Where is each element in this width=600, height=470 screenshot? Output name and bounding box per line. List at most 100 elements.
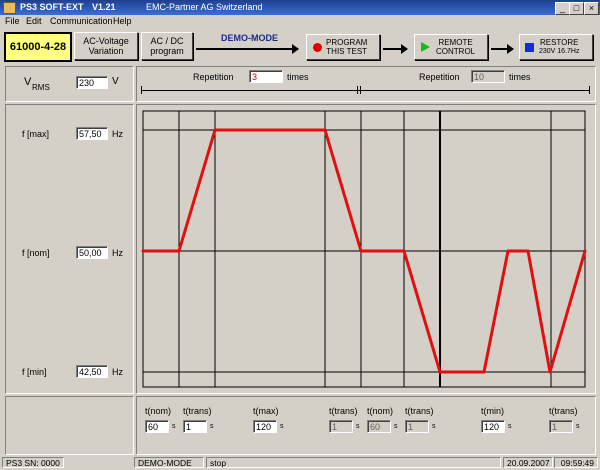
status-time: 09:59:49 xyxy=(554,457,598,468)
time-unit: s xyxy=(172,423,176,430)
time-unit: s xyxy=(508,423,512,430)
time-label: t(trans) xyxy=(405,406,434,416)
frequency-point xyxy=(438,370,442,374)
remote-control-button[interactable]: REMOTE CONTROL xyxy=(414,34,488,60)
stop-square-icon xyxy=(525,42,534,52)
time-label: t(trans) xyxy=(549,406,578,416)
times-spacer-panel xyxy=(5,396,134,455)
flow-arrow-icon xyxy=(491,44,514,54)
time-label: t(trans) xyxy=(329,406,358,416)
frequency-point xyxy=(526,249,530,253)
status-bar: PS3 SN: 0000 DEMO-MODE stop 20.09.2007 0… xyxy=(0,456,600,470)
time-label: t(min) xyxy=(481,406,504,416)
time-label: t(nom) xyxy=(367,406,394,416)
repetition-label-1: Repetition xyxy=(193,72,234,82)
vrms-sub-label: RMS xyxy=(32,83,50,92)
menu-edit[interactable]: Edit xyxy=(26,16,42,26)
time-unit: s xyxy=(210,423,214,430)
time-unit: s xyxy=(356,423,360,430)
fnom-input[interactable]: 50,00 xyxy=(76,246,108,259)
repetition-unit-2: times xyxy=(509,72,531,82)
ac-voltage-line1: AC-Voltage xyxy=(83,36,129,46)
menu-file[interactable]: File xyxy=(5,16,20,26)
vrms-panel: V RMS 230 V xyxy=(5,66,134,102)
ac-dc-line2: program xyxy=(150,46,184,56)
remote-line1: REMOTE xyxy=(438,38,473,47)
repetition-range-tick xyxy=(589,86,590,94)
time-unit: s xyxy=(394,423,398,430)
frequency-point xyxy=(141,249,145,253)
chart-panel xyxy=(136,104,596,394)
restore-button[interactable]: RESTORE 230V 16.7Hz xyxy=(519,34,593,60)
status-state: stop xyxy=(206,457,501,468)
fmin-input[interactable]: 42,50 xyxy=(76,365,108,378)
ac-voltage-variation-button[interactable]: AC-Voltage Variation xyxy=(74,32,138,60)
time-label: t(nom) xyxy=(145,406,172,416)
demo-mode-label: DEMO-MODE xyxy=(221,33,278,43)
vrms-input[interactable]: 230 xyxy=(76,76,108,89)
title-bar: PS3 SOFT-EXT V1.21 EMC-Partner AG Switze… xyxy=(0,0,600,15)
frequency-point xyxy=(213,128,217,132)
repetition-range-line xyxy=(141,90,589,91)
levels-panel: f [max] 57,50 Hz f [nom] 50,00 Hz f [min… xyxy=(5,104,134,394)
frequency-point xyxy=(583,249,587,253)
time-unit: s xyxy=(432,423,436,430)
program-line1: PROGRAM xyxy=(326,38,368,47)
app-icon xyxy=(3,2,16,14)
fnom-unit: Hz xyxy=(112,248,123,258)
company-name: EMC-Partner AG Switzerland xyxy=(146,2,263,12)
toolbar: 61000-4-28 AC-Voltage Variation AC / DC … xyxy=(0,28,600,64)
time-unit: s xyxy=(280,423,284,430)
repetition-range-tick xyxy=(141,86,142,94)
ac-dc-program-button[interactable]: AC / DC program xyxy=(141,32,193,60)
maximize-button[interactable]: □ xyxy=(569,2,584,15)
restore-line2: 230V 16.7Hz xyxy=(539,48,580,55)
status-date: 20.09.2007 xyxy=(503,457,553,468)
remote-text: REMOTE CONTROL xyxy=(436,38,475,56)
flow-arrow-icon xyxy=(383,44,408,54)
time-label: t(trans) xyxy=(183,406,212,416)
time-input[interactable]: 120 xyxy=(481,420,505,433)
status-device: PS3 SN: 0000 xyxy=(2,457,64,468)
time-input: 1 xyxy=(329,420,353,433)
restore-line1: RESTORE xyxy=(539,38,579,47)
program-this-test-button[interactable]: PROGRAM THIS TEST xyxy=(306,34,380,60)
time-input: 1 xyxy=(549,420,573,433)
time-unit: s xyxy=(576,423,580,430)
remote-line2: CONTROL xyxy=(436,47,476,56)
menu-bar: File Edit Communication Help xyxy=(0,15,600,28)
ac-dc-line1: AC / DC xyxy=(150,36,184,46)
close-button[interactable]: × xyxy=(584,2,599,15)
time-input[interactable]: 60 xyxy=(145,420,169,433)
fmax-input[interactable]: 57,50 xyxy=(76,127,108,140)
frequency-point xyxy=(323,128,327,132)
record-dot-icon xyxy=(313,42,322,52)
program-text: PROGRAM THIS TEST xyxy=(326,38,367,56)
time-input: 60 xyxy=(367,420,391,433)
menu-help[interactable]: Help xyxy=(113,16,132,26)
flow-arrow-icon xyxy=(196,44,299,54)
minimize-button[interactable]: _ xyxy=(555,2,570,15)
frequency-profile-chart xyxy=(141,110,587,388)
ac-voltage-line2: Variation xyxy=(88,46,124,56)
frequency-point xyxy=(402,249,406,253)
repetition-unit-1: times xyxy=(287,72,309,82)
fmin-unit: Hz xyxy=(112,367,123,377)
repetition-input-1[interactable]: 3 xyxy=(249,70,283,83)
frequency-point xyxy=(506,249,510,253)
status-mode: DEMO-MODE xyxy=(134,457,204,468)
time-input: 1 xyxy=(405,420,429,433)
time-input[interactable]: 120 xyxy=(253,420,277,433)
repetition-label-2: Repetition xyxy=(419,72,460,82)
time-input[interactable]: 1 xyxy=(183,420,207,433)
frequency-point xyxy=(359,249,363,253)
frequency-point xyxy=(482,370,486,374)
app-name: PS3 SOFT-EXT xyxy=(20,2,84,12)
repetition-panel: Repetition 3 times Repetition 10 times xyxy=(136,66,596,102)
time-label: t(max) xyxy=(253,406,279,416)
menu-communication[interactable]: Communication xyxy=(50,16,113,26)
program-line2: THIS TEST xyxy=(326,47,368,56)
fmin-label: f [min] xyxy=(22,367,47,377)
fmax-label: f [max] xyxy=(22,129,50,139)
standard-button[interactable]: 61000-4-28 xyxy=(4,32,72,62)
